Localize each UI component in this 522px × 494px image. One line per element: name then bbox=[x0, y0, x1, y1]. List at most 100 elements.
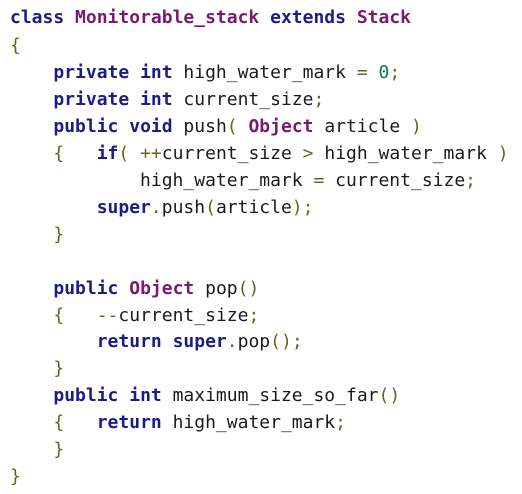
punctuation: ; bbox=[248, 305, 260, 326]
type-name: Object bbox=[129, 278, 195, 299]
punctuation: . bbox=[150, 197, 162, 218]
code-line: public int maximum_size_so_far() bbox=[10, 382, 400, 409]
code-text: current_size bbox=[118, 305, 249, 326]
punctuation: () bbox=[270, 331, 292, 352]
code-line: } bbox=[10, 221, 64, 248]
punctuation: ( bbox=[226, 116, 238, 137]
punctuation: () bbox=[237, 278, 260, 299]
punctuation: { bbox=[53, 305, 65, 326]
code-text: maximum_size_so_far bbox=[161, 385, 379, 406]
code-text: article bbox=[215, 197, 292, 218]
code-line: class Monitorable_stack extends Stack bbox=[10, 4, 411, 31]
punctuation: ; bbox=[389, 62, 401, 83]
punctuation: { bbox=[53, 143, 65, 164]
keyword: int bbox=[129, 385, 162, 406]
keyword: public bbox=[53, 385, 119, 406]
type-name: Monitorable_stack bbox=[75, 7, 260, 28]
code-text: high_water_mark bbox=[172, 62, 357, 83]
punctuation: } bbox=[53, 358, 65, 379]
code-text: pop bbox=[237, 331, 271, 352]
punctuation: ; bbox=[291, 331, 303, 352]
keyword: if bbox=[96, 143, 119, 164]
punctuation: } bbox=[53, 439, 65, 460]
punctuation: () bbox=[378, 385, 401, 406]
punctuation: { bbox=[53, 412, 65, 433]
code-line: } bbox=[10, 355, 64, 382]
keyword: extends bbox=[270, 7, 346, 28]
code-text: high_water_mark bbox=[10, 170, 314, 191]
punctuation: } bbox=[10, 466, 21, 487]
punctuation: ( bbox=[118, 143, 130, 164]
code-text: current_size bbox=[172, 89, 314, 110]
code-line: { --current_size; bbox=[10, 302, 259, 329]
keyword: public bbox=[53, 116, 119, 137]
keyword: void bbox=[129, 116, 173, 137]
punctuation: ( bbox=[205, 197, 216, 218]
code-line: high_water_mark = current_size; bbox=[10, 167, 476, 194]
keyword: int bbox=[140, 62, 173, 83]
code-line: { if( ++current_size > high_water_mark ) bbox=[10, 140, 508, 167]
code-line: { bbox=[10, 32, 21, 59]
keyword: class bbox=[10, 7, 65, 28]
code-line: { return high_water_mark; bbox=[10, 409, 346, 436]
punctuation: . bbox=[226, 331, 238, 352]
keyword: private bbox=[53, 62, 130, 83]
punctuation: ; bbox=[465, 170, 477, 191]
keyword: return bbox=[96, 412, 162, 433]
punctuation: ; bbox=[313, 89, 325, 110]
type-name: Object bbox=[248, 116, 314, 137]
punctuation: ) bbox=[411, 116, 422, 137]
code-line: return super.pop(); bbox=[10, 328, 303, 355]
code-text: pop bbox=[194, 278, 238, 299]
punctuation: = bbox=[356, 62, 368, 83]
code-text: high_water_mark bbox=[161, 412, 336, 433]
punctuation: ; bbox=[302, 197, 314, 218]
keyword: int bbox=[140, 89, 173, 110]
code-line: } bbox=[10, 436, 64, 463]
punctuation: } bbox=[53, 224, 65, 245]
keyword: public bbox=[53, 278, 119, 299]
number-literal: 0 bbox=[378, 62, 390, 83]
code-text: current_size bbox=[161, 143, 303, 164]
code-text: high_water_mark bbox=[313, 143, 498, 164]
code-text: article bbox=[313, 116, 412, 137]
code-line: private int high_water_mark = 0; bbox=[10, 59, 400, 86]
punctuation: ++ bbox=[140, 143, 162, 164]
keyword: private bbox=[53, 89, 130, 110]
type-name: Stack bbox=[356, 7, 411, 28]
code-text: push bbox=[161, 197, 206, 218]
punctuation: = bbox=[313, 170, 325, 191]
keyword: super bbox=[96, 197, 151, 218]
code-listing: class Monitorable_stack extends Stack { p… bbox=[0, 0, 522, 494]
punctuation: -- bbox=[96, 305, 119, 326]
punctuation: > bbox=[302, 143, 314, 164]
punctuation: ) bbox=[291, 197, 303, 218]
keyword: return bbox=[96, 331, 162, 352]
code-line: private int current_size; bbox=[10, 86, 324, 113]
code-line: } bbox=[10, 463, 21, 490]
code-text: push bbox=[172, 116, 227, 137]
